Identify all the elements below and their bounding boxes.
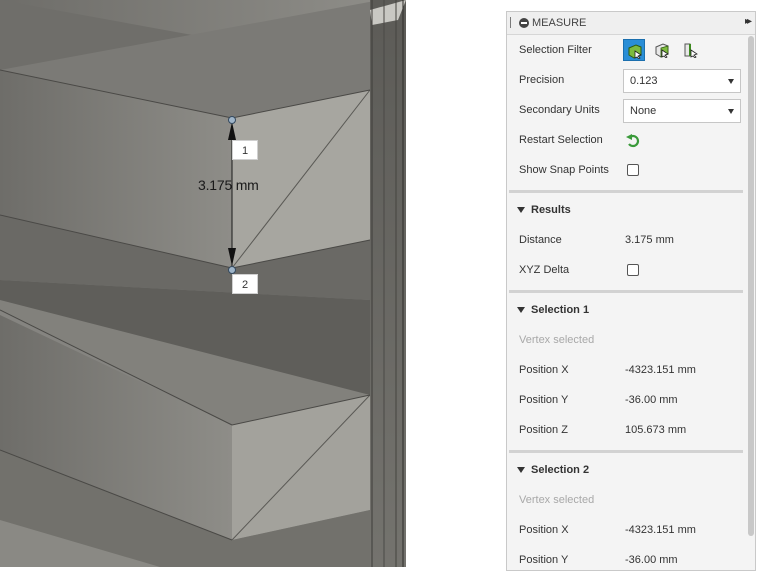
- panel-title: MEASURE: [532, 17, 587, 29]
- collapse-icon[interactable]: [519, 18, 529, 28]
- panel-header[interactable]: MEASURE ▸▸: [507, 12, 755, 35]
- point-label-1: 1: [232, 140, 258, 160]
- position-y-label: Position Y: [519, 554, 569, 566]
- restart-selection-row: Restart Selection: [507, 126, 747, 156]
- point-label-2: 2: [232, 274, 258, 294]
- results-title: Results: [531, 204, 571, 216]
- model-canvas[interactable]: [0, 0, 406, 567]
- xyz-delta-row: XYZ Delta: [507, 256, 747, 286]
- xyz-delta-label: XYZ Delta: [519, 264, 570, 276]
- caret-down-icon: [517, 207, 525, 213]
- secondary-units-dropdown[interactable]: None: [623, 99, 741, 123]
- select-body-button[interactable]: [623, 39, 645, 61]
- drag-grip-icon[interactable]: [510, 17, 511, 28]
- precision-label: Precision: [519, 74, 565, 86]
- distance-label: Distance: [519, 234, 562, 246]
- position-x-value: -4323.151 mm: [625, 524, 696, 536]
- section-divider: [509, 290, 743, 293]
- select-edge-button[interactable]: [679, 39, 701, 61]
- section-divider: [509, 450, 743, 453]
- chevron-down-icon: [728, 109, 734, 114]
- position-x-label: Position X: [519, 364, 569, 376]
- panel-scrollbar[interactable]: [748, 36, 754, 536]
- caret-down-icon: [517, 467, 525, 473]
- show-snap-points-checkbox[interactable]: [627, 164, 639, 176]
- selection1-status: Vertex selected: [519, 334, 595, 346]
- dimension-label: 3.175 mm: [198, 177, 259, 193]
- selection1-pos-z-row: Position Z 105.673 mm: [507, 416, 747, 446]
- distance-row: Distance 3.175 mm: [507, 226, 747, 256]
- selection2-status: Vertex selected: [519, 494, 595, 506]
- selection1-status-row: Vertex selected: [507, 326, 747, 356]
- show-snap-points-row: Show Snap Points: [507, 156, 747, 186]
- secondary-units-label: Secondary Units: [519, 104, 600, 116]
- vertex-marker-2: [228, 266, 236, 274]
- section-divider: [509, 190, 743, 193]
- model-viewport[interactable]: 3.175 mm 1 2: [0, 0, 406, 567]
- position-x-value: -4323.151 mm: [625, 364, 696, 376]
- caret-down-icon: [517, 307, 525, 313]
- position-z-value: 105.673 mm: [625, 424, 687, 436]
- select-face-icon: [655, 43, 669, 58]
- select-edge-icon: [684, 43, 698, 58]
- selection2-title: Selection 2: [531, 464, 590, 476]
- precision-value: 0.123: [630, 75, 658, 87]
- select-body-icon: [628, 44, 642, 59]
- model-end-face: [370, 0, 406, 567]
- selection2-pos-y-row: Position Y -36.00 mm: [507, 546, 747, 570]
- chevron-down-icon: [728, 79, 734, 84]
- restart-icon[interactable]: [625, 133, 641, 152]
- measure-panel: MEASURE ▸▸ Selection Filter Precision 0.…: [506, 11, 756, 571]
- select-face-button[interactable]: [651, 39, 673, 61]
- selection2-pos-x-row: Position X -4323.151 mm: [507, 516, 747, 546]
- selection1-pos-x-row: Position X -4323.151 mm: [507, 356, 747, 386]
- selection1-section-header[interactable]: Selection 1: [507, 296, 747, 326]
- position-y-value: -36.00 mm: [625, 394, 678, 406]
- selection-filter-label: Selection Filter: [519, 44, 592, 56]
- precision-row: Precision 0.123: [507, 66, 747, 96]
- selection2-section-header[interactable]: Selection 2: [507, 456, 747, 486]
- selection2-status-row: Vertex selected: [507, 486, 747, 516]
- position-x-label: Position X: [519, 524, 569, 536]
- distance-value: 3.175 mm: [625, 234, 674, 246]
- secondary-units-value: None: [630, 105, 657, 117]
- precision-dropdown[interactable]: 0.123: [623, 69, 741, 93]
- restart-selection-label: Restart Selection: [519, 134, 603, 146]
- show-snap-points-label: Show Snap Points: [519, 164, 609, 176]
- selection-filter-row: Selection Filter: [507, 36, 747, 66]
- xyz-delta-checkbox[interactable]: [627, 264, 639, 276]
- vertex-marker-1: [228, 116, 236, 124]
- secondary-units-row: Secondary Units None: [507, 96, 747, 126]
- results-section-header[interactable]: Results: [507, 196, 747, 226]
- selection1-title: Selection 1: [531, 304, 590, 316]
- expand-panel-icon[interactable]: ▸▸: [745, 16, 752, 27]
- position-z-label: Position Z: [519, 424, 568, 436]
- position-y-label: Position Y: [519, 394, 569, 406]
- selection1-pos-y-row: Position Y -36.00 mm: [507, 386, 747, 416]
- position-y-value: -36.00 mm: [625, 554, 678, 566]
